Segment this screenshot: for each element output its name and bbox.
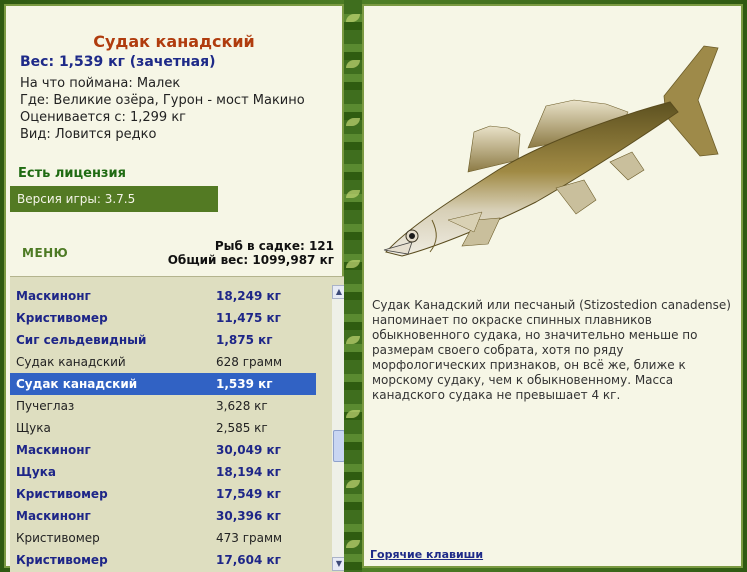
catch-row-selected[interactable]: Судак канадский 1,539 кг — [10, 373, 316, 395]
catch-row[interactable]: Кристивомер 17,549 кг — [10, 483, 316, 505]
catch-fish-name: Маскинонг — [16, 289, 91, 303]
catch-row[interactable]: Пучеглаз 3,628 кг — [10, 395, 316, 417]
catch-fish-weight: 30,396 кг — [216, 509, 281, 523]
version-bar: Версия игры: 3.7.5 — [10, 186, 218, 212]
catch-fish-name: Кристивомер — [16, 311, 108, 325]
catch-row[interactable]: Щука 18,194 кг — [10, 461, 316, 483]
vine-divider — [344, 0, 362, 572]
catch-fish-weight: 1,875 кг — [216, 333, 273, 347]
catch-fish-weight: 3,628 кг — [216, 399, 268, 413]
catch-row[interactable]: Щука 2,585 кг — [10, 417, 316, 439]
catch-rows: Маскинонг 18,249 кг Кристивомер 11,475 кг Си… — [10, 285, 316, 571]
catch-fish-weight: 2,585 кг — [216, 421, 268, 435]
catch-row[interactable]: Судак канадский 628 грамм — [10, 351, 316, 373]
catch-row[interactable]: Кристивомер 11,475 кг — [10, 307, 316, 329]
total-weight: Общий вес: 1099,987 кг — [167, 253, 334, 267]
hotkeys-link[interactable]: Горячие клавиши — [370, 548, 483, 561]
license-status: Есть лицензия — [18, 166, 126, 181]
catch-fish-name: Щука — [16, 421, 51, 435]
catch-fish-name: Судак канадский — [16, 377, 138, 391]
fish-title: Судак канадский — [93, 32, 255, 51]
catch-fish-name: Щука — [16, 465, 56, 479]
rarity-info: Вид: Ловится редко — [20, 127, 157, 142]
catch-fish-weight: 628 грамм — [216, 355, 283, 369]
catch-row[interactable]: Маскинонг 18,249 кг — [10, 285, 316, 307]
catch-fish-weight: 1,539 кг — [216, 377, 273, 391]
catch-row[interactable]: Маскинонг 30,396 кг — [10, 505, 316, 527]
fish-image — [383, 45, 719, 257]
catch-fish-name: Судак канадский — [16, 355, 126, 369]
catch-row[interactable]: Маскинонг 30,049 кг — [10, 439, 316, 461]
catch-row[interactable]: Кристивомер 17,604 кг — [10, 549, 316, 571]
catch-fish-name: Маскинонг — [16, 509, 91, 523]
keep-net-stats: Рыб в садке: 121 Общий вес: 1099,987 кг — [168, 239, 334, 267]
bait-info: На что поймана: Малек — [20, 76, 181, 91]
catch-fish-name: Пучеглаз — [16, 399, 75, 413]
catch-row[interactable]: Сиг сельдевидный 1,875 кг — [10, 329, 316, 351]
catch-fish-weight: 30,049 кг — [216, 443, 281, 457]
fish-count: Рыб в садке: 121 — [214, 239, 334, 253]
catch-fish-weight: 11,475 кг — [216, 311, 281, 325]
catch-fish-name: Кристивомер — [16, 553, 108, 567]
catch-fish-name: Кристивомер — [16, 531, 100, 545]
catch-fish-weight: 17,549 кг — [216, 487, 281, 501]
value-info: Оценивается с: 1,299 кг — [20, 110, 187, 125]
catch-info-panel: Судак канадский Вес: 1,539 кг (зачетная)… — [4, 4, 346, 572]
fish-detail-panel: Судак Канадский или песчаный (Stizostedi… — [362, 4, 743, 568]
catch-fish-weight: 473 грамм — [216, 531, 283, 545]
location-info: Где: Великие озёра, Гурон - мост Макино — [20, 93, 305, 108]
fish-description: Судак Канадский или песчаный (Stizostedi… — [372, 298, 731, 402]
catch-fish-weight: 18,194 кг — [216, 465, 281, 479]
catch-fish-name: Сиг сельдевидный — [16, 333, 147, 347]
catch-fish-name: Кристивомер — [16, 487, 108, 501]
catch-list[interactable]: Маскинонг 18,249 кг Кристивомер 11,475 кг Си… — [10, 276, 346, 572]
fish-weight: Вес: 1,539 кг (зачетная) — [20, 54, 216, 70]
catch-fish-weight: 17,604 кг — [216, 553, 281, 567]
catch-fish-name: Маскинонг — [16, 443, 91, 457]
catch-row[interactable]: Кристивомер 473 грамм — [10, 527, 316, 549]
menu-button[interactable]: МЕНЮ — [22, 246, 68, 260]
catch-fish-weight: 18,249 кг — [216, 289, 281, 303]
